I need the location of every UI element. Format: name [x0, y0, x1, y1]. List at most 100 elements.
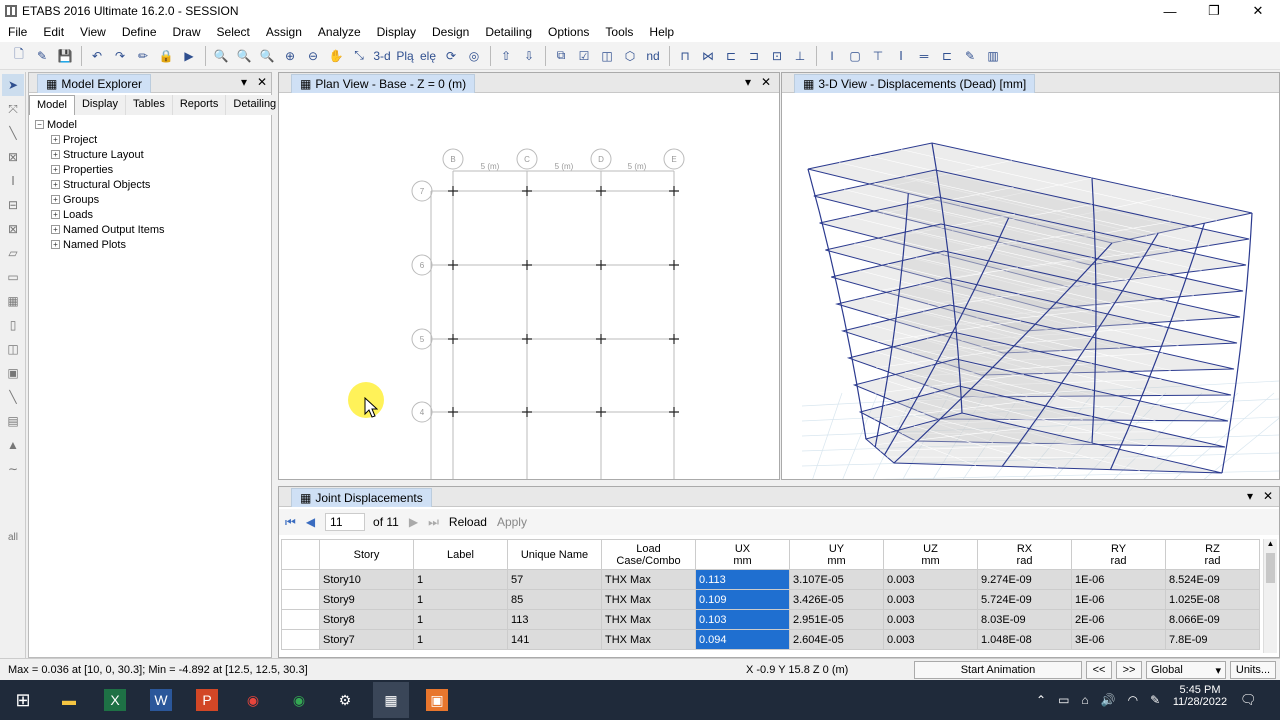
move-down-icon[interactable]: ⇩	[518, 45, 540, 67]
draw-area-icon[interactable]: ▱	[2, 242, 24, 264]
area-icon[interactable]: ▢	[844, 45, 866, 67]
pan-icon[interactable]: ✋	[325, 45, 347, 67]
column-header[interactable]: RX rad	[977, 539, 1072, 570]
tab-display[interactable]: Display	[75, 95, 127, 115]
elevation-view-button[interactable]: elę	[417, 45, 439, 67]
joint-displacements-tab[interactable]: ▦ Joint Displacements	[291, 488, 432, 507]
cell-ux[interactable]: 0.113	[695, 569, 790, 590]
draw-floor-icon[interactable]: ▦	[2, 290, 24, 312]
tab-reports[interactable]: Reports	[173, 95, 227, 115]
column-header[interactable]: Story	[319, 539, 414, 570]
draw-column-icon[interactable]: Ⅰ	[2, 170, 24, 192]
expand-icon[interactable]: +	[51, 210, 60, 219]
tree-node[interactable]: + Loads	[35, 207, 165, 222]
settings-gear-icon[interactable]: ⚙	[327, 682, 363, 718]
first-page-icon[interactable]: ⏮	[285, 515, 296, 530]
expand-icon[interactable]: +	[51, 240, 60, 249]
chevron-down-icon[interactable]: ▾	[1247, 489, 1253, 503]
word-icon[interactable]: W	[150, 689, 172, 711]
chrome-icon[interactable]: ◉	[235, 682, 271, 718]
menu-detailing[interactable]: Detailing	[477, 25, 540, 39]
joint-marker[interactable]	[522, 186, 532, 196]
menu-display[interactable]: Display	[369, 25, 424, 39]
column-header[interactable]: Load Case/Combo	[601, 539, 696, 570]
tab-detailing[interactable]: Detailing	[226, 95, 285, 115]
pencil-icon[interactable]: ✏	[132, 45, 154, 67]
powerpoint-icon[interactable]: P	[196, 689, 218, 711]
column-icon[interactable]: ⊐	[743, 45, 765, 67]
joint-marker[interactable]	[522, 334, 532, 344]
menu-define[interactable]: Define	[114, 25, 165, 39]
draw-beam-icon[interactable]: ⊟	[2, 194, 24, 216]
tree-node-model[interactable]: − Model	[35, 117, 165, 132]
menu-analyze[interactable]: Analyze	[310, 25, 369, 39]
column-header[interactable]: UZ mm	[883, 539, 978, 570]
chevron-up-icon[interactable]: ⌃	[1036, 693, 1046, 707]
tree-node[interactable]: + Properties	[35, 162, 165, 177]
table-icon[interactable]: ⊏	[936, 45, 958, 67]
cell-rx[interactable]: 1.048E-08	[977, 629, 1072, 650]
frame-icon[interactable]: ⊓	[674, 45, 696, 67]
draw-tendon-icon[interactable]: ╲	[2, 386, 24, 408]
cell-uy[interactable]: 2.951E-05	[789, 609, 884, 630]
cell-ry[interactable]: 1E-06	[1071, 569, 1166, 590]
draw-wave-icon[interactable]: ∼	[2, 458, 24, 480]
cell-unique-name[interactable]: 57	[507, 569, 602, 590]
reshape-icon[interactable]: ⤧	[2, 98, 24, 120]
view-3d-window[interactable]: ▦ 3-D View - Displacements (Dead) [mm]	[781, 72, 1280, 480]
cell-story[interactable]: Story10	[319, 569, 414, 590]
tab-tables[interactable]: Tables	[126, 95, 173, 115]
display-options-icon[interactable]: ▥	[982, 45, 1004, 67]
cell-uy[interactable]: 3.107E-05	[789, 569, 884, 590]
windows-start-icon[interactable]: ⊞	[5, 682, 41, 718]
menu-edit[interactable]: Edit	[35, 25, 72, 39]
row-selector[interactable]	[281, 629, 320, 650]
object-shrink-icon[interactable]: ◫	[596, 45, 618, 67]
etabs-taskbar-icon[interactable]: ▦	[373, 682, 409, 718]
text-icon[interactable]: I	[821, 45, 843, 67]
last-page-icon[interactable]: ⏭	[428, 515, 439, 530]
menu-assign[interactable]: Assign	[258, 25, 310, 39]
coordinate-system-select[interactable]: Global ▾	[1146, 661, 1226, 679]
column-header[interactable]: Unique Name	[507, 539, 602, 570]
joint-marker[interactable]	[596, 260, 606, 270]
zoom-in-icon[interactable]: ⊕	[279, 45, 301, 67]
joint-marker[interactable]	[669, 260, 679, 270]
battery-icon[interactable]: ▭	[1058, 693, 1069, 707]
expand-icon[interactable]: +	[51, 180, 60, 189]
pen-icon[interactable]: ✎	[1150, 693, 1160, 707]
lock-icon[interactable]: 🔒	[155, 45, 177, 67]
row-selector[interactable]	[281, 589, 320, 610]
row-selector[interactable]	[281, 609, 320, 630]
scroll-up-icon[interactable]: ▲	[1264, 539, 1277, 551]
zoom-out-icon[interactable]: ⊖	[302, 45, 324, 67]
expand-icon[interactable]: +	[51, 150, 60, 159]
table-row[interactable]: Story10 1 57 THX Max 0.113 3.107E-05 0.0…	[281, 569, 1260, 590]
table-row[interactable]: Story9 1 85 THX Max 0.109 3.426E-05 0.00…	[281, 589, 1260, 610]
cell-uz[interactable]: 0.003	[883, 589, 978, 610]
column-header[interactable]: RZ rad	[1165, 539, 1260, 570]
pointer-icon[interactable]: ➤	[2, 74, 24, 96]
next-button[interactable]: >>	[1116, 661, 1142, 679]
joint-marker[interactable]	[522, 260, 532, 270]
cell-uz[interactable]: 0.003	[883, 629, 978, 650]
cell-rz[interactable]: 1.025E-08	[1165, 589, 1260, 610]
restore-button[interactable]: ❐	[1192, 0, 1236, 22]
previous-button[interactable]: <<	[1086, 661, 1112, 679]
beam-icon[interactable]: ⊏	[720, 45, 742, 67]
menu-help[interactable]: Help	[641, 25, 682, 39]
cell-unique-name[interactable]: 85	[507, 589, 602, 610]
cell-label[interactable]: 1	[413, 589, 508, 610]
joint-marker[interactable]	[448, 186, 458, 196]
view-3d-tab[interactable]: ▦ 3-D View - Displacements (Dead) [mm]	[794, 74, 1036, 93]
expand-icon[interactable]: +	[51, 195, 60, 204]
plan-view-tab[interactable]: ▦ Plan View - Base - Z = 0 (m)	[291, 74, 476, 93]
cell-load-case[interactable]: THX Max	[601, 609, 696, 630]
expand-icon[interactable]: +	[51, 135, 60, 144]
open-icon[interactable]: ✎	[31, 45, 53, 67]
clock[interactable]: 5:45 PM 11/28/2022	[1170, 684, 1230, 708]
joint-marker[interactable]	[596, 186, 606, 196]
select-all-label[interactable]: all	[2, 526, 24, 548]
cell-rz[interactable]: 8.524E-09	[1165, 569, 1260, 590]
tab-model[interactable]: Model	[29, 95, 75, 115]
